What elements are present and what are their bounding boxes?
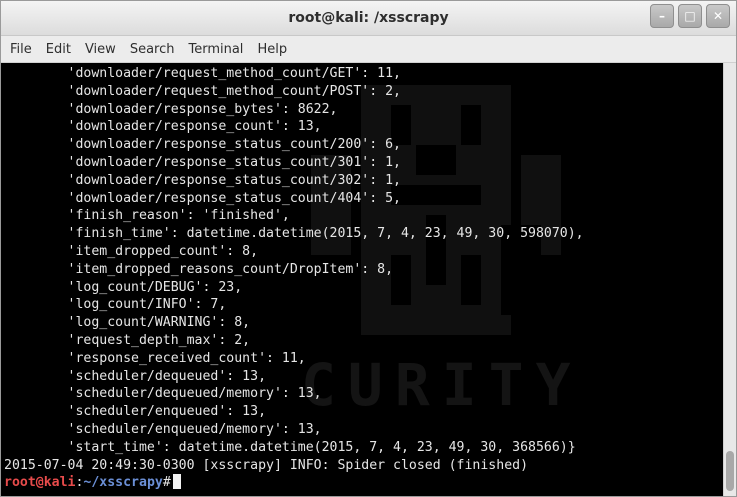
prompt-symbol: # [162,475,171,491]
menu-view[interactable]: View [80,42,121,57]
terminal-line: 'finish_time': datetime.datetime(2015, 7… [4,226,584,242]
terminal-line: 'response_received_count': 11, [4,350,306,366]
terminal-line: 'downloader/response_bytes': 8622, [4,101,338,117]
menu-search[interactable]: Search [125,42,180,57]
prompt-line[interactable]: root@kali:~/xsscrapy# [4,474,584,492]
menu-bar: File Edit View Search Terminal Help [1,36,736,63]
menu-edit[interactable]: Edit [41,42,76,57]
terminal-line: 'start_time': datetime.datetime(2015, 7,… [4,439,576,455]
terminal-line: 'item_dropped_count': 8, [4,243,259,259]
terminal-line: 'item_dropped_reasons_count/DropItem': 8… [4,261,394,277]
close-button[interactable]: ✕ [706,4,730,28]
terminal-line: 'scheduler/dequeued': 13, [4,368,267,384]
terminal-line: 'finish_reason': 'finished', [4,208,290,224]
menu-help[interactable]: Help [252,42,292,57]
terminal-line: 'downloader/response_status_count/404': … [4,190,401,206]
text-cursor [172,474,181,490]
scrollbar-thumb[interactable] [726,451,734,491]
window-controls: – □ ✕ [646,4,730,28]
terminal-line: 'log_count/DEBUG': 23, [4,279,243,295]
terminal-line: 2015-07-04 20:49:30-0300 [xsscrapy] INFO… [4,457,529,473]
terminal-line: 'downloader/response_count': 13, [4,119,322,135]
vertical-scrollbar[interactable] [723,63,736,496]
minimize-button[interactable]: – [650,4,674,28]
terminal-line: 'scheduler/enqueued/memory': 13, [4,421,322,437]
terminal-line: 'request_depth_max': 2, [4,332,251,348]
terminal-line: 'scheduler/dequeued/memory': 13, [4,386,322,402]
window-title: root@kali: /xsscrapy [288,10,449,26]
terminal-line: 'downloader/request_method_count/GET': 1… [4,66,401,81]
prompt-user: root@kali [4,475,76,491]
terminal-lines: 'downloader/request_method_count/GET': 1… [4,65,584,492]
terminal-line: 'downloader/response_status_count/302': … [4,172,401,188]
terminal-line: 'log_count/INFO': 7, [4,297,227,313]
terminal-window: root@kali: /xsscrapy – □ ✕ File Edit Vie… [0,0,737,497]
prompt-path: ~/xsscrapy [83,475,163,491]
terminal-line: 'log_count/WARNING': 8, [4,315,251,331]
menu-file[interactable]: File [5,42,37,57]
terminal-line: 'downloader/request_method_count/POST': … [4,83,401,99]
terminal-line: 'downloader/response_status_count/301': … [4,154,401,170]
terminal-line: 'downloader/response_status_count/200': … [4,137,401,153]
terminal-output[interactable]: CURITY 'downloader/request_method_count/… [1,63,723,496]
title-bar[interactable]: root@kali: /xsscrapy – □ ✕ [1,1,736,36]
menu-terminal[interactable]: Terminal [183,42,248,57]
terminal-line: 'scheduler/enqueued': 13, [4,404,267,420]
maximize-button[interactable]: □ [678,4,702,28]
